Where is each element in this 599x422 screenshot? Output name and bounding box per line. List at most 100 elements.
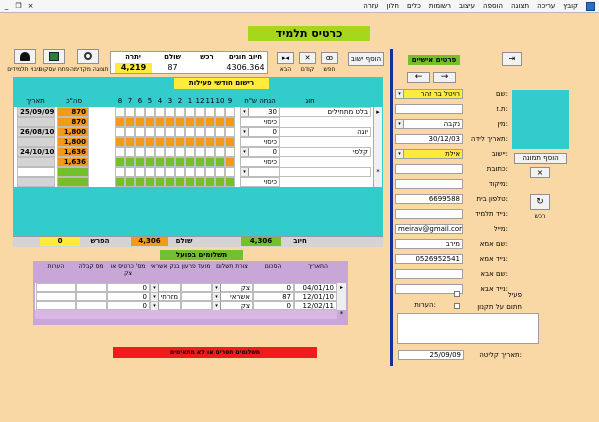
month-checkbox[interactable]	[115, 127, 125, 137]
row-date[interactable]: 24/10/10	[17, 147, 55, 157]
field-input[interactable]	[395, 209, 463, 219]
client-button[interactable]: ⇥	[502, 52, 522, 66]
payment-due-date[interactable]	[181, 292, 212, 301]
month-checkbox[interactable]	[155, 107, 165, 117]
month-checkbox[interactable]	[185, 147, 195, 157]
discount-field[interactable]: 0 ▾	[240, 147, 280, 157]
month-checkbox[interactable]	[195, 147, 205, 157]
payment-amount[interactable]: 87	[253, 292, 294, 301]
month-checkbox[interactable]	[135, 167, 145, 177]
dropdown-arrow-icon[interactable]: ▾	[241, 108, 249, 116]
month-checkbox[interactable]	[155, 127, 165, 137]
dropdown-arrow-icon[interactable]: ▾	[396, 120, 404, 128]
field-input[interactable]: אילת ▾	[395, 149, 463, 159]
month-checkbox[interactable]	[165, 167, 175, 177]
menu-format[interactable]: עיצוב	[459, 1, 475, 12]
dropdown-arrow-icon[interactable]: ▾	[151, 302, 159, 310]
next-person-button[interactable]: →	[433, 72, 456, 83]
discount-field[interactable]: 30 ▾	[240, 107, 280, 117]
row-selector[interactable]	[373, 147, 382, 167]
payment-amount[interactable]: 0	[253, 301, 294, 310]
menu-records[interactable]: רשומות	[429, 1, 451, 12]
payment-receipt[interactable]	[76, 292, 107, 301]
month-checkbox[interactable]	[215, 107, 225, 117]
payment-notes[interactable]	[36, 283, 76, 292]
backup-button[interactable]	[14, 49, 36, 64]
registration-date-field[interactable]: 25/09/09	[398, 350, 464, 360]
month-checkbox[interactable]	[215, 147, 225, 157]
row-selector[interactable]: *	[373, 167, 382, 187]
payment-notes[interactable]	[36, 292, 76, 301]
month-checkbox[interactable]	[215, 127, 225, 137]
month-checkbox[interactable]	[175, 127, 185, 137]
month-checkbox[interactable]	[115, 147, 125, 157]
payment-card[interactable]: 0	[107, 292, 150, 301]
field-input[interactable]	[395, 164, 463, 174]
dropdown-arrow-icon[interactable]: ▾	[241, 168, 249, 176]
month-checkbox[interactable]	[175, 167, 185, 177]
payment-selector[interactable]	[337, 301, 346, 310]
month-checkbox[interactable]	[205, 147, 215, 157]
month-checkbox[interactable]	[125, 127, 135, 137]
add-photo-button[interactable]: הוסף תמונה	[514, 153, 567, 164]
menu-edit[interactable]: עריכה	[537, 1, 555, 12]
month-checkbox[interactable]	[185, 167, 195, 177]
discount-field[interactable]: ▾	[240, 167, 280, 177]
field-input[interactable]: רויטל בר זהר ▾	[395, 89, 463, 99]
month-checkbox[interactable]	[135, 147, 145, 157]
payment-method[interactable]: צק ▾	[212, 283, 253, 292]
search-button[interactable]: ꝏ	[321, 52, 338, 64]
row-date[interactable]: 26/08/10	[17, 127, 55, 137]
payment-card[interactable]: 0	[107, 301, 150, 310]
discount-field[interactable]: 0 ▾	[240, 127, 280, 137]
close-icon[interactable]: ×	[26, 1, 35, 12]
month-checkbox[interactable]	[135, 127, 145, 137]
dropdown-arrow-icon[interactable]: ▾	[241, 128, 249, 136]
remove-photo-button[interactable]: ×	[530, 167, 550, 178]
month-checkbox[interactable]	[205, 167, 215, 177]
dropdown-arrow-icon[interactable]: ▾	[151, 284, 159, 292]
payment-bank[interactable]: מזרחי ▾	[150, 292, 181, 301]
month-checkbox[interactable]	[125, 167, 135, 177]
month-checkbox[interactable]	[125, 147, 135, 157]
payment-amount[interactable]: 0	[253, 283, 294, 292]
month-checkbox[interactable]	[115, 107, 125, 117]
month-checkbox[interactable]	[155, 167, 165, 177]
add-settlement-button[interactable]: הוסף ישוב	[348, 52, 384, 66]
payment-method[interactable]: צק ▾	[212, 301, 253, 310]
open-transactions-button[interactable]	[43, 49, 65, 64]
menu-insert[interactable]: הוספה	[483, 1, 503, 12]
next-record-button[interactable]: ▸◂	[277, 52, 294, 64]
field-input[interactable]: נקבה ▾	[395, 119, 463, 129]
field-input[interactable]	[395, 284, 463, 294]
dropdown-arrow-icon[interactable]: ▾	[213, 293, 221, 301]
agreement-checkbox[interactable]	[454, 303, 460, 309]
credit-button[interactable]: ↻	[530, 194, 550, 210]
month-checkbox[interactable]	[145, 147, 155, 157]
notes-field[interactable]	[397, 313, 539, 344]
field-input[interactable]: 0526952541	[395, 254, 463, 264]
payment-method[interactable]: אשראי ▾	[212, 292, 253, 301]
menu-window[interactable]: חלון	[387, 1, 399, 12]
row-date[interactable]	[17, 167, 55, 177]
month-checkbox[interactable]	[185, 127, 195, 137]
menu-tools[interactable]: כלים	[407, 1, 421, 12]
menu-view[interactable]: תצוגה	[511, 1, 529, 12]
month-checkbox[interactable]	[185, 107, 195, 117]
field-input[interactable]: meirav@gmail.com	[395, 224, 463, 234]
row-date[interactable]: 25/09/09	[17, 107, 55, 117]
payment-receipt[interactable]	[76, 283, 107, 292]
payment-date[interactable]: 12/01/10	[294, 292, 337, 301]
month-checkbox[interactable]	[195, 107, 205, 117]
payment-notes[interactable]	[36, 301, 76, 310]
month-checkbox[interactable]	[205, 107, 215, 117]
month-checkbox[interactable]	[165, 147, 175, 157]
month-checkbox[interactable]	[165, 127, 175, 137]
payment-new-row[interactable]	[35, 310, 337, 319]
row-selector[interactable]: ▸	[373, 107, 382, 127]
print-preview-button[interactable]	[77, 49, 99, 64]
month-checkbox[interactable]	[225, 147, 235, 157]
dropdown-arrow-icon[interactable]: ▾	[213, 302, 221, 310]
dropdown-arrow-icon[interactable]: ▾	[396, 150, 404, 158]
month-checkbox[interactable]	[145, 107, 155, 117]
